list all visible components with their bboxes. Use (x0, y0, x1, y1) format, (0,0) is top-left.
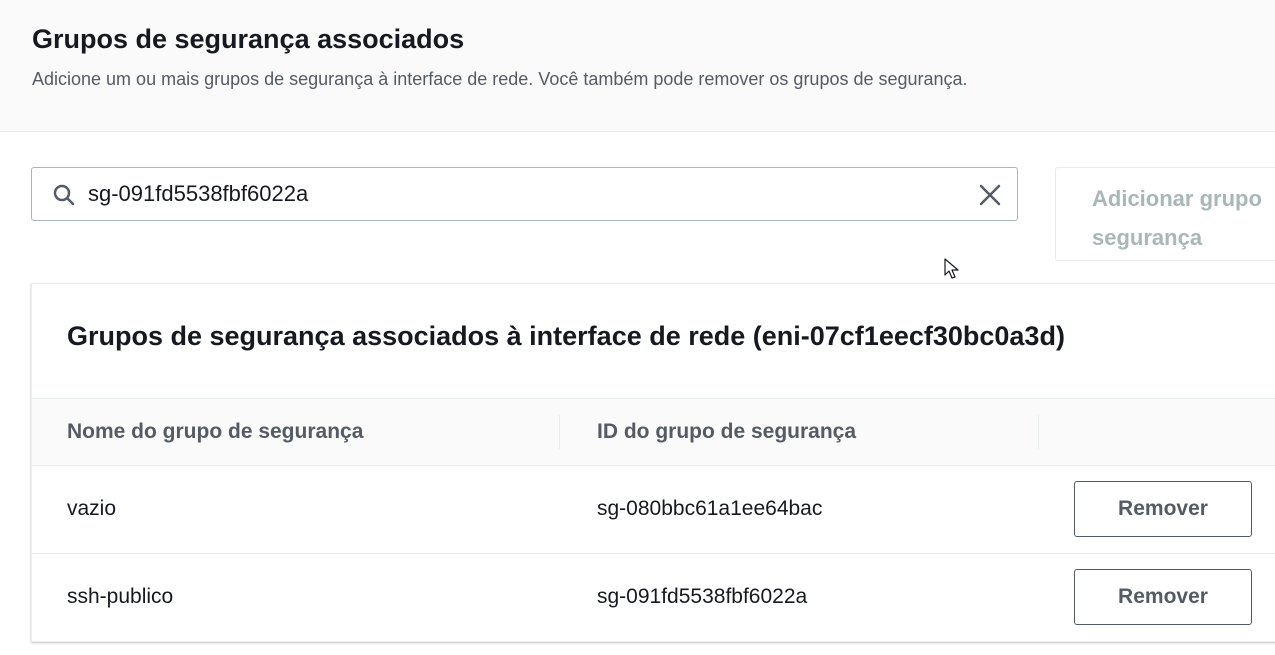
security-group-name: vazio (67, 497, 117, 520)
security-group-id: sg-080bbc61a1ee64bac (597, 497, 823, 520)
remove-button[interactable]: Remover (1074, 481, 1252, 537)
column-divider (559, 415, 560, 449)
table-header-row: Nome do grupo de segurança ID do grupo d… (32, 398, 1275, 466)
security-group-id: sg-091fd5538fbf6022a (597, 585, 808, 608)
section-description: Adicione um ou mais grupos de segurança … (32, 69, 968, 89)
add-button-label-line2: segurança (1092, 224, 1203, 250)
security-group-name: ssh-publico (67, 585, 174, 608)
mouse-cursor-icon (944, 258, 960, 280)
table-title: Grupos de segurança associados à interfa… (67, 321, 1065, 351)
search-icon (52, 183, 76, 207)
search-field[interactable] (31, 167, 1018, 221)
section-title: Grupos de segurança associados (32, 24, 465, 54)
search-input[interactable] (88, 174, 958, 214)
remove-button[interactable]: Remover (1074, 569, 1252, 625)
column-header-id: ID do grupo de segurança (597, 420, 857, 443)
section-header: Grupos de segurança associados Adicione … (0, 0, 1275, 132)
table-row: vazio sg-080bbc61a1ee64bac Remover (32, 466, 1275, 554)
add-button-label-line1: Adicionar grupo (1092, 185, 1262, 211)
table-row: ssh-publico sg-091fd5538fbf6022a Remover (32, 554, 1275, 642)
column-header-name: Nome do grupo de segurança (67, 420, 364, 443)
associated-security-groups-table: Grupos de segurança associados à interfa… (31, 283, 1275, 642)
column-divider (1038, 415, 1039, 449)
close-icon[interactable] (977, 182, 1003, 208)
add-security-group-button[interactable]: Adicionar grupo segurança (1055, 167, 1275, 261)
